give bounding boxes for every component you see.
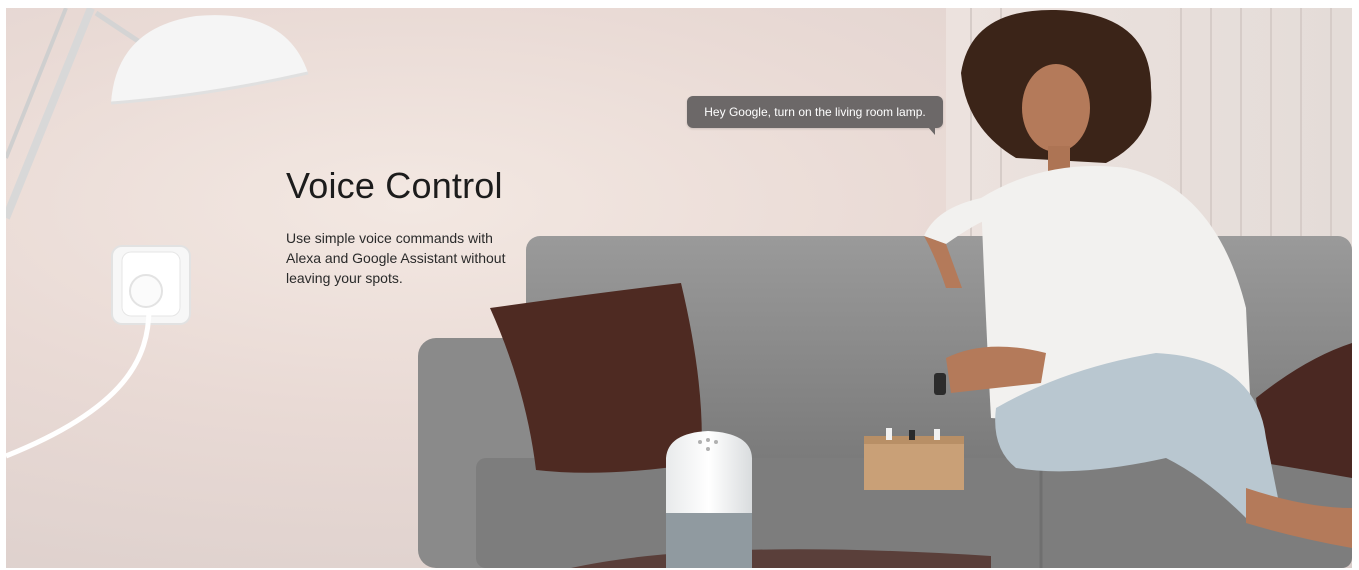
speech-bubble-text: Hey Google, turn on the living room lamp…	[704, 105, 926, 119]
smart-speaker-icon	[666, 431, 752, 568]
voice-control-banner: Voice Control Use simple voice commands …	[6, 8, 1352, 568]
section-title: Voice Control	[286, 165, 503, 206]
lamp-icon	[6, 8, 309, 220]
smart-plug-icon	[6, 245, 191, 459]
wooden-box	[864, 428, 964, 490]
section-description: Use simple voice commands with Alexa and…	[286, 230, 506, 286]
living-room-scene	[6, 8, 1352, 568]
speech-bubble: Hey Google, turn on the living room lamp…	[687, 96, 943, 135]
